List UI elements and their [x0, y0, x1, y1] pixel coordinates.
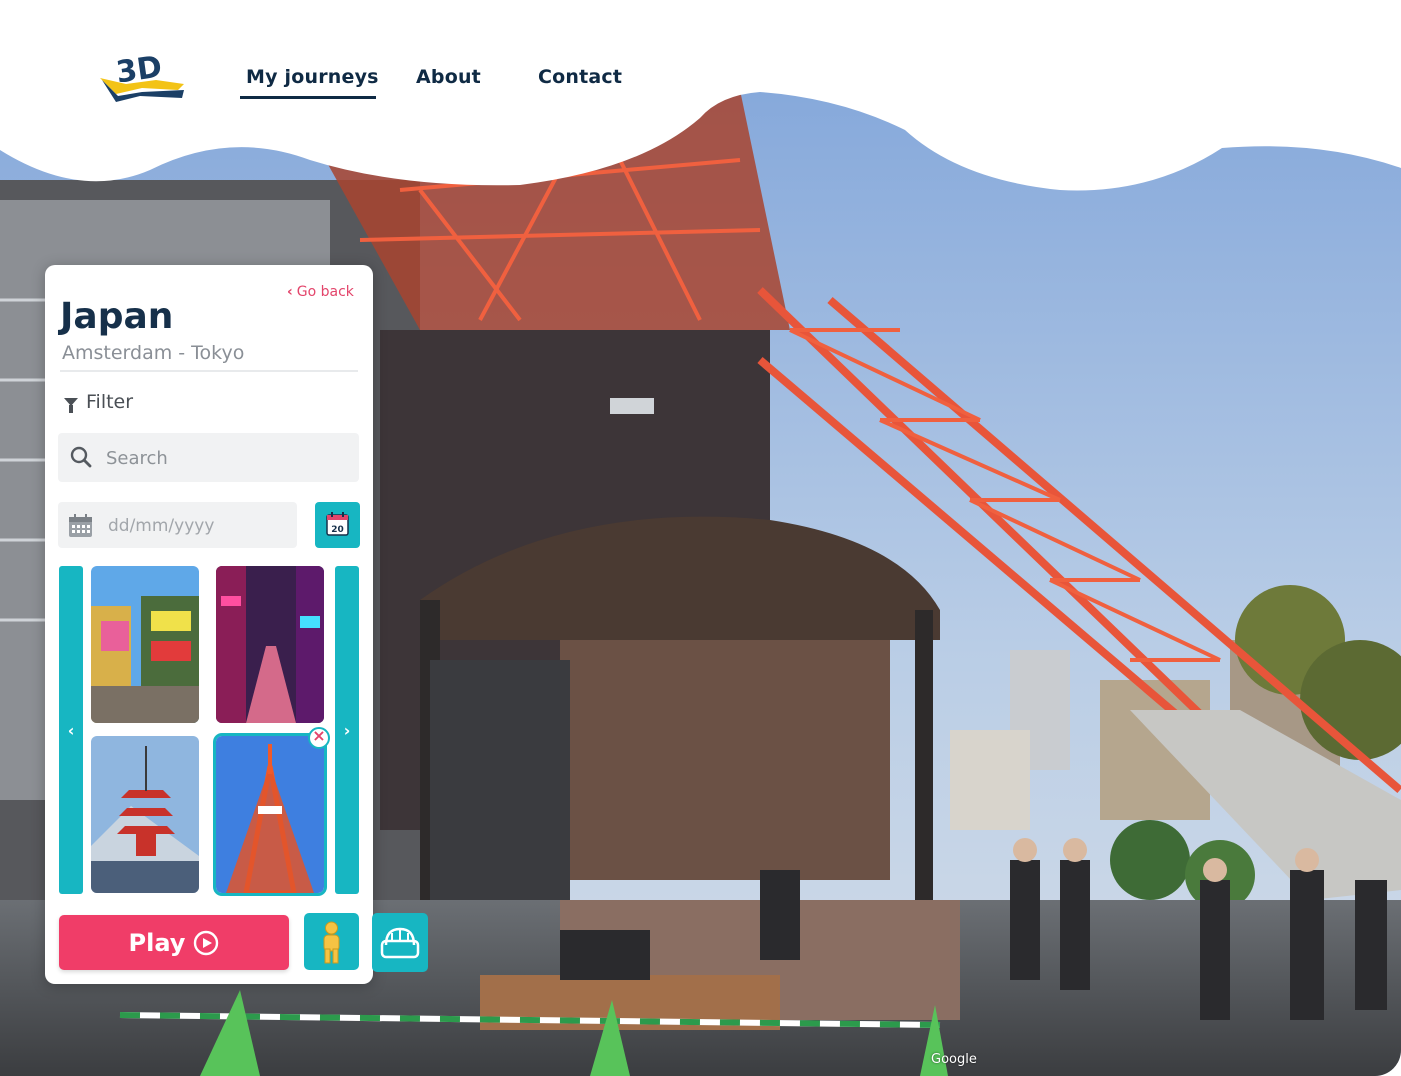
calendar-20-icon: 20 — [326, 512, 349, 536]
filter-icon — [64, 398, 78, 413]
brand-logo[interactable]: 3D — [96, 44, 188, 110]
date-input[interactable] — [106, 513, 290, 539]
nav-about[interactable]: About — [416, 66, 481, 88]
filter-label: Filter — [86, 391, 134, 413]
journey-route: Amsterdam - Tokyo — [62, 342, 245, 364]
logo-text: 3D — [114, 50, 164, 91]
tokyo-tower-image — [216, 736, 324, 893]
nav-my-journeys[interactable]: My journeys — [246, 66, 379, 88]
panel-divider — [60, 370, 358, 372]
vr-headset-icon — [380, 927, 420, 959]
carousel-next-button[interactable]: › — [335, 566, 359, 894]
nav-contact[interactable]: Contact — [538, 66, 622, 88]
filter-toggle[interactable]: Filter — [64, 391, 133, 413]
search-field[interactable] — [58, 433, 359, 482]
play-button[interactable]: Play — [59, 915, 289, 970]
nav-active-indicator — [240, 96, 376, 99]
date-field[interactable] — [58, 502, 297, 548]
chevron-right-icon: › — [343, 720, 351, 740]
search-icon — [70, 446, 92, 468]
search-input[interactable] — [104, 445, 348, 471]
thumbnail-akihabara[interactable] — [91, 566, 199, 723]
play-circle-icon — [194, 930, 219, 955]
go-back-link[interactable]: ‹ Go back — [287, 284, 354, 300]
pagoda-image — [91, 736, 199, 893]
journey-title: Japan — [60, 296, 174, 337]
carousel-prev-button[interactable]: ‹ — [59, 566, 83, 894]
go-back-label: Go back — [296, 284, 354, 300]
vr-mode-button[interactable] — [372, 913, 428, 972]
pegman-icon — [323, 921, 340, 964]
calendar-icon — [69, 514, 92, 537]
calendar-day: 20 — [331, 525, 344, 535]
neon-street-image — [216, 566, 324, 723]
thumbnail-neon-street[interactable] — [216, 566, 324, 723]
calendar-button[interactable]: 20 — [315, 502, 360, 548]
street-view-person-button[interactable] — [304, 913, 359, 970]
thumbnail-tokyo-tower[interactable] — [213, 733, 327, 896]
thumbnail-pagoda[interactable] — [91, 736, 199, 893]
play-label: Play — [128, 928, 186, 957]
map-attribution: Google — [931, 1052, 977, 1067]
chevron-left-icon: ‹ — [287, 284, 293, 300]
remove-icon[interactable] — [308, 726, 330, 749]
akihabara-image — [91, 566, 199, 723]
book-logo-icon: 3D — [100, 50, 184, 102]
chevron-left-icon: ‹ — [67, 720, 75, 740]
